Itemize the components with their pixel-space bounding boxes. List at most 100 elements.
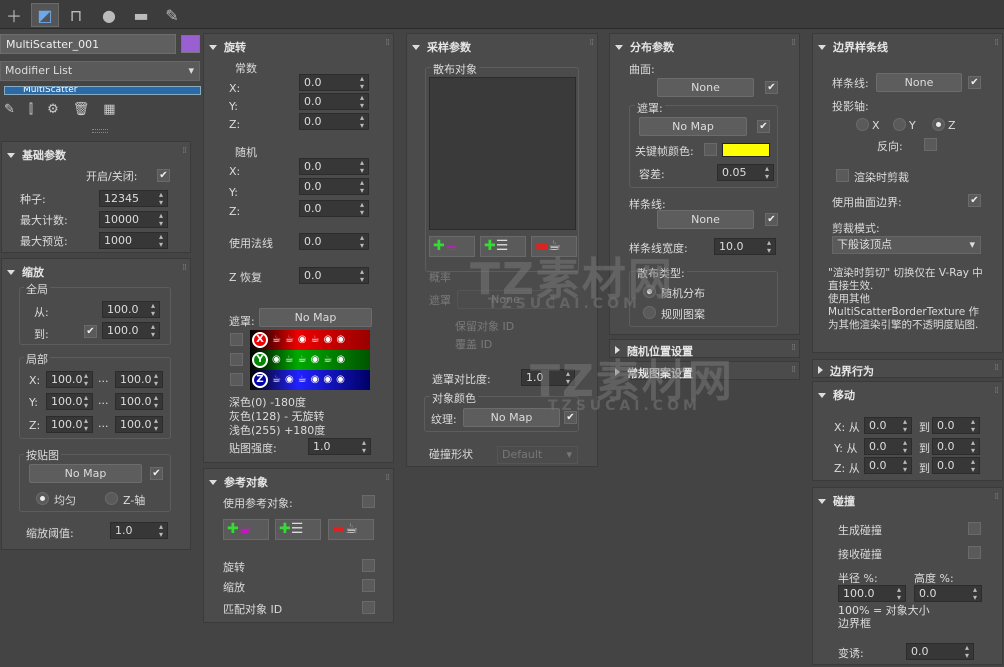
utilities-tab[interactable]: ✎: [158, 3, 186, 27]
display-tab[interactable]: ▬: [127, 3, 155, 27]
local-z-from-spinner[interactable]: 100.0: [46, 416, 93, 433]
scale-from-spinner[interactable]: 100.0: [102, 301, 160, 318]
move-z-to-spinner[interactable]: 0.0: [932, 457, 980, 474]
move-title[interactable]: 移动: [818, 387, 855, 403]
local-y-from-spinner[interactable]: 100.0: [46, 393, 93, 410]
regular-pattern-title[interactable]: 常规图案设置: [615, 365, 693, 381]
height-spinner[interactable]: 0.0: [914, 585, 982, 602]
sampling-title[interactable]: 采样参数: [412, 39, 471, 55]
rollout-grip-icon[interactable]: ⁞⁞: [994, 38, 999, 48]
zaxis-radio[interactable]: [105, 492, 118, 505]
show-end-result-icon[interactable]: ⫿: [29, 102, 33, 122]
basic-params-title[interactable]: 基础参数: [7, 147, 66, 163]
border-spline-title[interactable]: 边界样条线: [818, 39, 888, 55]
uniform-radio[interactable]: [36, 492, 49, 505]
mask-x-checkbox[interactable]: [230, 333, 243, 346]
ref-match-id-checkbox[interactable]: [362, 601, 375, 614]
surface-checkbox[interactable]: ✔: [765, 81, 778, 94]
move-x-to-spinner[interactable]: 0.0: [932, 417, 980, 434]
rollout-grip-icon[interactable]: ⁞⁞: [182, 263, 187, 273]
configure-sets-icon[interactable]: ▦: [103, 102, 115, 122]
render-clip-checkbox[interactable]: [836, 169, 849, 182]
variance-spinner[interactable]: 0.0: [906, 643, 974, 660]
proj-z-radio[interactable]: [932, 118, 945, 131]
add-list-button[interactable]: ✚☰: [275, 519, 321, 540]
border-behavior-title[interactable]: 边界行为: [818, 363, 874, 379]
max-preview-spinner[interactable]: 1000: [99, 232, 168, 249]
rollout-grip-icon[interactable]: ⁞⁞: [994, 363, 999, 373]
clip-mode-dropdown[interactable]: 下般该顶点: [832, 236, 981, 254]
move-z-from-spinner[interactable]: 0.0: [864, 457, 912, 474]
add-object-button[interactable]: ✚☕: [429, 236, 475, 257]
mask-z-checkbox[interactable]: [230, 373, 243, 386]
rollout-grip-icon[interactable]: ⁞⁞: [385, 38, 390, 48]
add-reference-button[interactable]: ✚☕: [223, 519, 269, 540]
scale-threshold-spinner[interactable]: 1.0: [110, 522, 168, 539]
move-y-from-spinner[interactable]: 0.0: [864, 438, 912, 455]
modifier-list-dropdown[interactable]: Modifier List: [0, 61, 200, 81]
use-normal-spinner[interactable]: 0.0: [299, 233, 369, 250]
distrib-objects-list[interactable]: [429, 77, 576, 230]
key-color-checkbox[interactable]: [704, 143, 717, 156]
max-count-spinner[interactable]: 10000: [99, 211, 168, 228]
mask-contrast-spinner[interactable]: 1.0: [521, 369, 575, 386]
rollout-grip-icon[interactable]: ⁞⁞: [791, 38, 796, 48]
tolerance-spinner[interactable]: 0.05: [717, 164, 774, 181]
modify-tab[interactable]: ◩: [31, 3, 59, 27]
seed-spinner[interactable]: 12345: [99, 190, 168, 207]
texture-button[interactable]: No Map: [463, 408, 560, 427]
add-list-button[interactable]: ✚☰: [480, 236, 526, 257]
rand-x-spinner[interactable]: 0.0: [299, 158, 369, 175]
remove-modifier-icon[interactable]: 🗑: [73, 102, 90, 122]
modifier-stack-item[interactable]: MultiScatter: [4, 86, 201, 95]
distribution-mask-button[interactable]: No Map: [639, 117, 747, 136]
distribution-mask-checkbox[interactable]: ✔: [757, 120, 770, 133]
spline-width-spinner[interactable]: 10.0: [714, 238, 776, 255]
rand-y-spinner[interactable]: 0.0: [299, 178, 369, 195]
scale-map-button[interactable]: No Map: [29, 464, 142, 483]
surface-button[interactable]: None: [657, 78, 754, 97]
remove-object-button[interactable]: ▬☕: [531, 236, 577, 257]
map-strength-spinner[interactable]: 1.0: [308, 438, 371, 455]
spline-button[interactable]: None: [657, 210, 754, 229]
use-reference-checkbox[interactable]: [362, 495, 375, 508]
border-spline-button[interactable]: None: [876, 73, 962, 92]
generate-collision-checkbox[interactable]: [968, 522, 981, 535]
mask-y-checkbox[interactable]: [230, 353, 243, 366]
local-y-to-spinner[interactable]: 100.0: [115, 393, 163, 410]
rotation-mask-button[interactable]: No Map: [259, 308, 372, 327]
const-y-spinner[interactable]: 0.0: [299, 93, 369, 110]
reverse-checkbox[interactable]: [924, 138, 937, 151]
rollout-grip-icon[interactable]: ⁞⁞: [385, 473, 390, 483]
reference-title[interactable]: 参考对象: [209, 474, 268, 490]
hierarchy-tab[interactable]: ⊓: [62, 3, 90, 27]
rollout-grip-icon[interactable]: ⁞⁞: [791, 343, 796, 353]
ref-scale-checkbox[interactable]: [362, 579, 375, 592]
receive-collision-checkbox[interactable]: [968, 546, 981, 559]
const-x-spinner[interactable]: 0.0: [299, 74, 369, 91]
motion-tab[interactable]: ●: [95, 3, 123, 27]
random-position-title[interactable]: 随机位置设置: [615, 343, 693, 359]
scale-to-spinner[interactable]: 100.0: [102, 322, 160, 339]
rand-z-spinner[interactable]: 0.0: [299, 200, 369, 217]
local-x-to-spinner[interactable]: 100.0: [115, 371, 163, 388]
radius-spinner[interactable]: 100.0: [838, 585, 906, 602]
pin-stack-icon[interactable]: ✎: [4, 102, 15, 122]
resize-handle[interactable]: [92, 129, 108, 133]
object-color-swatch[interactable]: [181, 35, 200, 53]
border-spline-checkbox[interactable]: ✔: [968, 76, 981, 89]
create-tab[interactable]: ＋: [0, 3, 28, 27]
move-x-from-spinner[interactable]: 0.0: [864, 417, 912, 434]
key-color-swatch[interactable]: [722, 143, 770, 157]
ref-rotate-checkbox[interactable]: [362, 559, 375, 572]
use-surface-border-checkbox[interactable]: ✔: [968, 194, 981, 207]
rollout-grip-icon[interactable]: ⁞⁞: [791, 365, 796, 375]
collision-shape-dropdown[interactable]: Default: [497, 446, 578, 464]
scale-map-checkbox[interactable]: ✔: [150, 467, 163, 480]
distribution-title[interactable]: 分布参数: [615, 39, 674, 55]
texture-checkbox[interactable]: ✔: [564, 411, 577, 424]
object-name-field[interactable]: MultiScatter_001: [0, 34, 176, 54]
local-x-from-spinner[interactable]: 100.0: [46, 371, 93, 388]
move-y-to-spinner[interactable]: 0.0: [932, 438, 980, 455]
local-z-to-spinner[interactable]: 100.0: [115, 416, 163, 433]
